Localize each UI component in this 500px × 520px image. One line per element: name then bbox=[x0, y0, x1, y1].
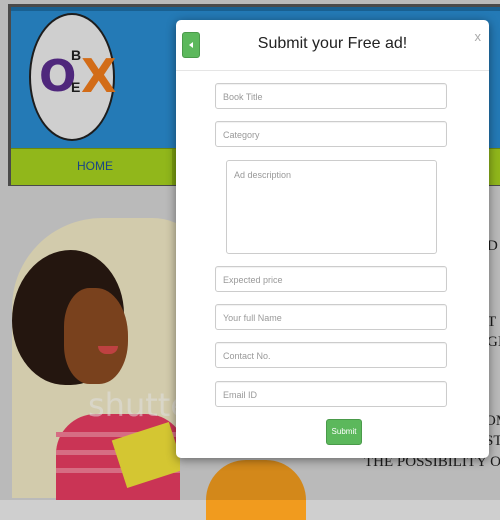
expected-price-input[interactable]: Expected price bbox=[215, 266, 447, 292]
ad-description-textarea[interactable]: Ad description bbox=[226, 160, 437, 254]
submit-ad-modal: Submit your Free ad! x Book Title Catego… bbox=[176, 20, 489, 458]
submit-button[interactable]: Submit bbox=[326, 419, 362, 445]
category-input[interactable]: Category bbox=[215, 121, 447, 147]
modal-title: Submit your Free ad! bbox=[257, 35, 408, 52]
full-name-input[interactable]: Your full Name bbox=[215, 304, 447, 330]
modal-header: Submit your Free ad! x bbox=[176, 20, 489, 71]
close-icon[interactable]: x bbox=[475, 30, 482, 43]
email-input[interactable]: Email ID bbox=[215, 381, 447, 407]
contact-number-input[interactable]: Contact No. bbox=[215, 342, 447, 368]
book-title-input[interactable]: Book Title bbox=[215, 83, 447, 109]
